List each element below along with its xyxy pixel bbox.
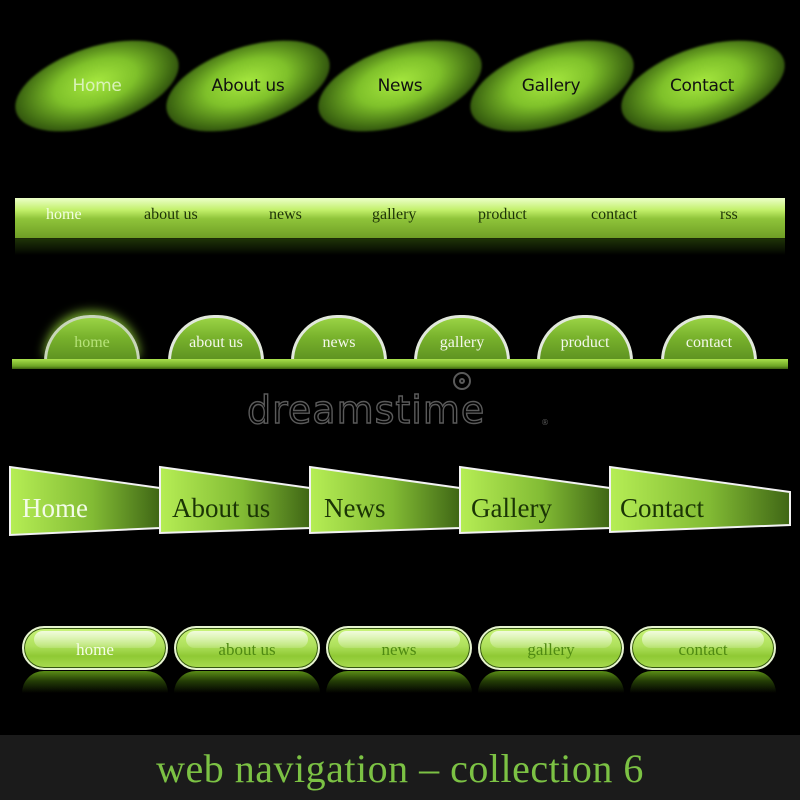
pill-nav-item-contact[interactable]: contact (630, 626, 776, 670)
pill-reflection (174, 671, 320, 693)
bar-nav-item-about-us[interactable]: about us (144, 206, 198, 224)
pill-nav-label: news (381, 640, 417, 659)
bar-nav-item-news[interactable]: news (269, 206, 302, 224)
pill-nav-item-about-us[interactable]: about us (174, 626, 320, 670)
dome-nav-item-gallery[interactable]: gallery (414, 315, 510, 361)
ellipse-nav-label[interactable]: About us (173, 76, 323, 96)
dome-nav-label: about us (189, 334, 243, 351)
footer-banner: web navigation – collection 6 (0, 735, 800, 800)
pill-reflection (630, 671, 776, 693)
pill-nav-item-news[interactable]: news (326, 626, 472, 670)
dome-nav-item-news[interactable]: news (291, 315, 387, 361)
trapezoid-nav-label[interactable]: Gallery (471, 493, 552, 524)
bar-nav-reflection (15, 239, 785, 255)
dome-nav-label: news (322, 334, 356, 351)
bar-nav-item-gallery[interactable]: gallery (372, 206, 416, 224)
dome-nav-label: product (560, 334, 610, 351)
ellipse-nav-label[interactable]: Contact (627, 76, 777, 96)
bar-nav-item-rss[interactable]: rss (720, 206, 738, 224)
dome-nav-item-home[interactable]: home (44, 315, 140, 361)
ellipse-nav-label[interactable]: Home (22, 76, 172, 96)
pill-nav-label: home (76, 640, 114, 659)
trapezoid-nav-label[interactable]: Contact (620, 493, 704, 524)
watermark-text: dreamstime (246, 387, 486, 432)
trapezoid-nav-label[interactable]: About us (172, 493, 270, 524)
dome-nav-item-about-us[interactable]: about us (168, 315, 264, 361)
footer-title: web navigation – collection 6 (156, 746, 644, 791)
pill-reflection (478, 671, 624, 693)
registered-mark: ® (541, 418, 549, 427)
dome-nav-item-contact[interactable]: contact (661, 315, 757, 361)
trapezoid-nav-label[interactable]: Home (22, 493, 88, 524)
bar-nav-item-contact[interactable]: contact (591, 206, 637, 224)
dome-nav-baseline (12, 359, 788, 369)
dome-nav-label: home (74, 334, 110, 351)
ellipse-nav-label[interactable]: Gallery (476, 76, 626, 96)
bar-nav-item-product[interactable]: product (478, 206, 527, 224)
pill-nav-label: gallery (527, 640, 575, 659)
dome-nav-label: contact (685, 334, 733, 351)
dome-nav-label: gallery (439, 334, 485, 351)
bar-nav-item-home[interactable]: home (46, 206, 82, 224)
pill-nav-item-home[interactable]: home (22, 626, 168, 670)
pill-reflection (22, 671, 168, 693)
ellipse-nav-label[interactable]: News (325, 76, 475, 96)
trapezoid-nav-label[interactable]: News (324, 493, 386, 524)
dome-nav-item-product[interactable]: product (537, 315, 633, 361)
pill-nav-item-gallery[interactable]: gallery (478, 626, 624, 670)
pill-reflection (326, 671, 472, 693)
pill-nav-label: about us (218, 640, 276, 659)
pill-nav-label: contact (678, 640, 728, 659)
